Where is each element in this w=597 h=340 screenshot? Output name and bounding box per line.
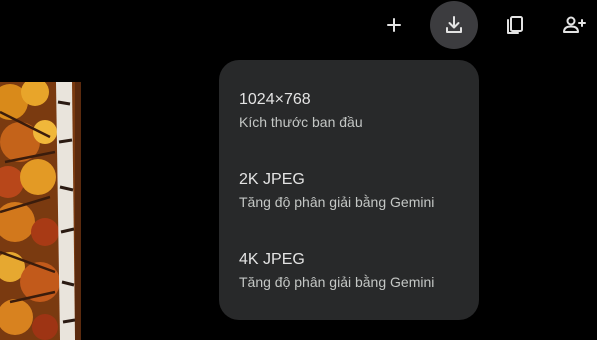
add-button[interactable] (370, 1, 418, 49)
menu-item-4k-jpeg[interactable]: 4K JPEG Tăng độ phân giải bằng Gemini (219, 251, 479, 321)
menu-item-title: 2K JPEG (239, 171, 305, 188)
image-thumbnail[interactable] (0, 82, 81, 340)
copy-icon (507, 16, 523, 34)
plus-icon (387, 18, 401, 32)
download-menu: 1024×768 Kích thước ban đầu 2K JPEG Tăng… (219, 60, 479, 320)
menu-item-original-size[interactable]: 1024×768 Kích thước ban đầu (219, 91, 479, 161)
download-icon (446, 16, 462, 33)
top-toolbar (0, 0, 597, 50)
menu-item-subtitle: Kích thước ban đầu (239, 114, 363, 130)
menu-item-subtitle: Tăng độ phân giải bằng Gemini (239, 274, 435, 290)
menu-item-subtitle: Tăng độ phân giải bằng Gemini (239, 194, 435, 210)
share-button[interactable] (550, 1, 597, 49)
autumn-painting-image (0, 82, 81, 340)
page: 1024×768 Kích thước ban đầu 2K JPEG Tăng… (0, 0, 597, 340)
menu-item-title: 4K JPEG (239, 251, 305, 268)
menu-item-2k-jpeg[interactable]: 2K JPEG Tăng độ phân giải bằng Gemini (219, 171, 479, 241)
add-person-icon (563, 16, 586, 33)
copy-button[interactable] (491, 1, 539, 49)
download-button[interactable] (430, 1, 478, 49)
menu-item-title: 1024×768 (239, 91, 311, 108)
